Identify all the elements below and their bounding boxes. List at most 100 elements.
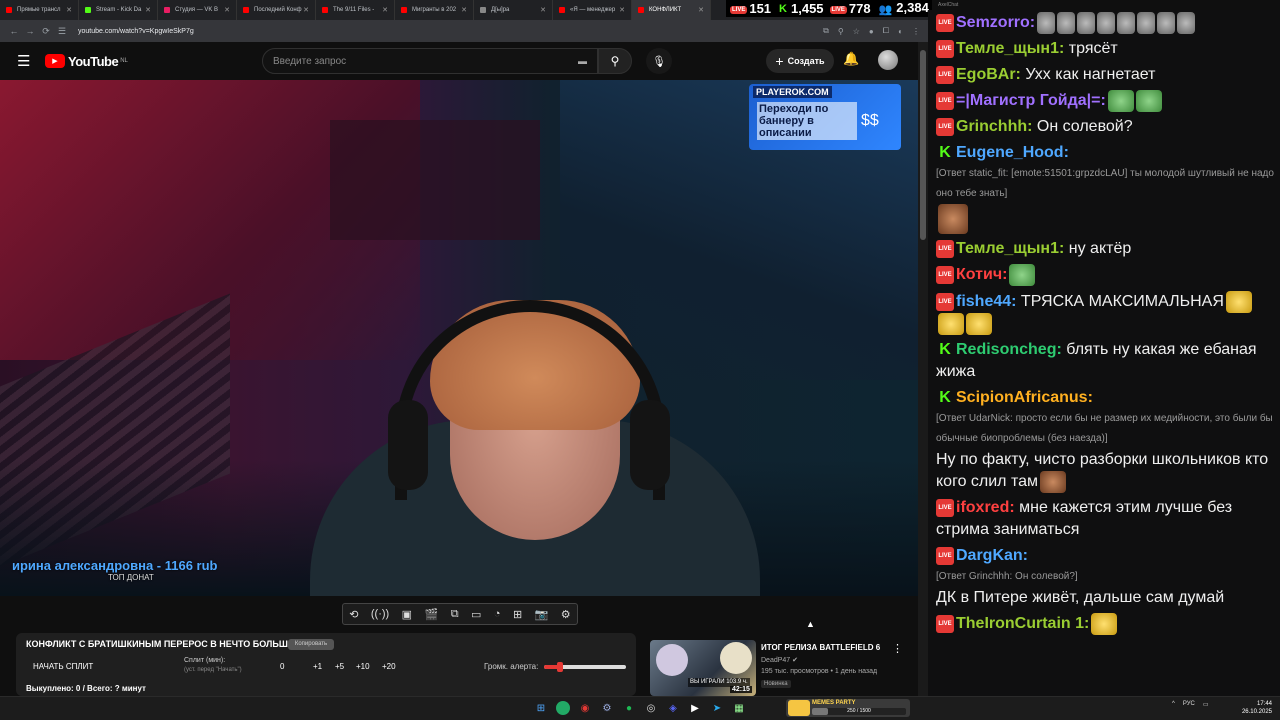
split-value[interactable]: 0 (280, 662, 284, 671)
chat-username[interactable]: Grinchhh: (956, 118, 1032, 135)
streamer (300, 230, 770, 596)
scrollbar-thumb[interactable] (920, 50, 926, 240)
chat-username[interactable]: ScipionAfricanus: (956, 389, 1093, 406)
rec-channel[interactable]: DeadP47 ✔ (761, 656, 798, 664)
back-icon[interactable]: ← (8, 26, 20, 36)
tab[interactable]: The 9/11 Files - ✕ (316, 0, 395, 20)
close-icon[interactable]: ✕ (698, 6, 704, 14)
reload-icon[interactable]: ⟳ (40, 26, 52, 37)
cast-icon[interactable]: ▣ (402, 608, 412, 621)
hamburger-menu-icon[interactable]: ☰ (17, 52, 33, 70)
speed-icon[interactable]: ◔ (494, 608, 501, 620)
language-indicator[interactable]: РУС (1183, 701, 1195, 708)
forward-icon[interactable]: → (24, 26, 36, 36)
close-icon[interactable]: ✕ (224, 6, 230, 14)
rec-title[interactable]: ИТОГ РЕЛИЗА BATTLEFIELD 6 (761, 643, 880, 652)
steam-icon[interactable]: ⚙ (600, 701, 614, 715)
tab[interactable]: Последний Конф ✕ (237, 0, 316, 20)
bookmark-star-icon[interactable]: ☆ (853, 27, 860, 36)
loop-icon[interactable]: ⟲ (349, 608, 358, 621)
close-icon[interactable]: ✕ (540, 6, 546, 14)
recorder-icon[interactable]: ◉ (578, 701, 592, 715)
windows-start-icon[interactable]: ⊞ (534, 701, 548, 715)
close-icon[interactable]: ✕ (303, 6, 309, 14)
url-field[interactable]: youtube.com/watch?v=KpgwIeSkP7g (78, 28, 194, 35)
chat-username[interactable]: Redisoncheg: (956, 341, 1062, 358)
chat-username[interactable]: DargKan: (956, 547, 1028, 564)
more-options-icon[interactable]: ⋮ (892, 642, 903, 655)
tab[interactable]: Д[ы]ра ✕ (474, 0, 553, 20)
add-20-button[interactable]: +20 (382, 662, 396, 671)
profile-icon[interactable]: ◐ (898, 27, 903, 36)
tab-active[interactable]: КОНФЛИКТ ✕ (632, 0, 711, 20)
search-input[interactable]: Введите запрос ▬ (262, 48, 598, 74)
spotify-icon[interactable]: ● (622, 701, 636, 715)
app-icon[interactable]: ▶ (688, 701, 702, 715)
tab[interactable]: Stream - Kick Da ✕ (79, 0, 158, 20)
frame-icon[interactable]: ▭ (471, 608, 481, 621)
telegram-icon[interactable]: ➤ (710, 701, 724, 715)
add-5-button[interactable]: +5 (335, 662, 344, 671)
extension-icon[interactable]: ● (869, 27, 874, 36)
ad-banner[interactable]: PLAYEROK.COM Переходи по баннеру в описа… (749, 84, 901, 150)
chat-username[interactable]: Темле_щын1: (956, 40, 1064, 57)
copy-button[interactable]: Копировать (288, 639, 334, 650)
network-icon[interactable]: ▭ (1203, 701, 1209, 708)
discord-icon[interactable]: ◈ (666, 701, 680, 715)
youtube-logo[interactable]: ▶ YouTube NL (45, 54, 128, 69)
memes-party-widget[interactable]: MEMES PARTY 250 / 1500 (786, 699, 910, 717)
video-player[interactable] (0, 80, 918, 596)
install-icon[interactable]: ⧉ (823, 26, 829, 36)
chat-username[interactable]: Semzorro: (956, 14, 1035, 31)
chat-username[interactable]: Котич: (956, 267, 1007, 284)
chrome-icon[interactable] (556, 701, 570, 715)
add-1-button[interactable]: +1 (313, 662, 322, 671)
start-split-button[interactable]: НАЧАТЬ СПЛИТ (33, 662, 93, 671)
create-button[interactable]: + Создать (766, 49, 834, 73)
chat-username[interactable]: EgoBAr: (956, 66, 1021, 83)
chat-username[interactable]: Eugene_Hood: (956, 144, 1069, 161)
menu-dots-icon[interactable]: ⋮ (912, 27, 920, 36)
chat-username[interactable]: Темле_щын1: (956, 240, 1064, 257)
chat-username[interactable]: =|Магистр Гойда|=: (956, 92, 1106, 109)
tab[interactable]: «Я — менеджер ✕ (553, 0, 632, 20)
clip-icon[interactable]: 🎬 (425, 608, 439, 621)
site-info-icon[interactable]: ☰ (56, 26, 68, 37)
chat-username[interactable]: TheIronCurtain 1: (956, 616, 1089, 633)
add-10-button[interactable]: +10 (356, 662, 370, 671)
tab[interactable]: Студия — VK В ✕ (158, 0, 237, 20)
close-icon[interactable]: ✕ (66, 6, 72, 14)
voice-search-button[interactable]: 🎙 (646, 48, 672, 74)
pip-icon[interactable]: ⧉ (451, 608, 459, 621)
keyboard-icon[interactable]: ▬ (578, 56, 587, 66)
close-icon[interactable]: ✕ (461, 6, 467, 14)
chat-username[interactable]: ifoxred: (956, 499, 1015, 516)
video-thumbnail[interactable]: ВЫ ИГРАЛИ 103.9 ч. 42:15 (650, 640, 756, 696)
obs-icon[interactable]: ◎ (644, 701, 658, 715)
youtube-play-icon: ▶ (45, 54, 65, 68)
search-button[interactable]: ⚲ (598, 48, 632, 74)
broadcast-icon[interactable]: ((·)) (371, 608, 389, 620)
recommended-video[interactable]: ВЫ ИГРАЛИ 103.9 ч. 42:15 ИТОГ РЕЛИЗА BAT… (650, 640, 910, 696)
slider-knob[interactable] (557, 662, 564, 672)
extensions-puzzle-icon[interactable]: ⧠ (883, 26, 889, 36)
tab[interactable]: Прямые трансл ✕ (0, 0, 79, 20)
close-icon[interactable]: ✕ (382, 6, 388, 14)
alert-volume-slider[interactable] (544, 662, 626, 672)
tab[interactable]: Мигранты в 202 ✕ (395, 0, 474, 20)
zoom-icon[interactable]: ⚲ (838, 27, 844, 36)
chat-username[interactable]: fishe44: (956, 293, 1016, 310)
add-icon[interactable]: ⊞ (513, 608, 522, 621)
viewer-stats: LIVE 151 K 1,455 LIVE 778 👥 2,384 (726, 0, 932, 17)
clock[interactable]: 17:44 26.10.2025 (1236, 700, 1272, 716)
chat-message: K Eugene_Hood: [Ответ static_fit: [emote:5… (936, 140, 1276, 236)
avatar[interactable] (878, 50, 898, 70)
settings-gear-icon[interactable]: ⚙ (561, 608, 571, 621)
app-icon[interactable]: ▦ (732, 701, 746, 715)
notifications-bell-icon[interactable]: 🔔 (843, 51, 859, 67)
close-icon[interactable]: ✕ (619, 6, 625, 14)
screenshot-icon[interactable]: 📷 (535, 608, 549, 621)
close-icon[interactable]: ✕ (145, 6, 151, 14)
chevron-up-icon[interactable]: ^ (1172, 701, 1175, 708)
page-scrollbar[interactable] (918, 42, 928, 696)
